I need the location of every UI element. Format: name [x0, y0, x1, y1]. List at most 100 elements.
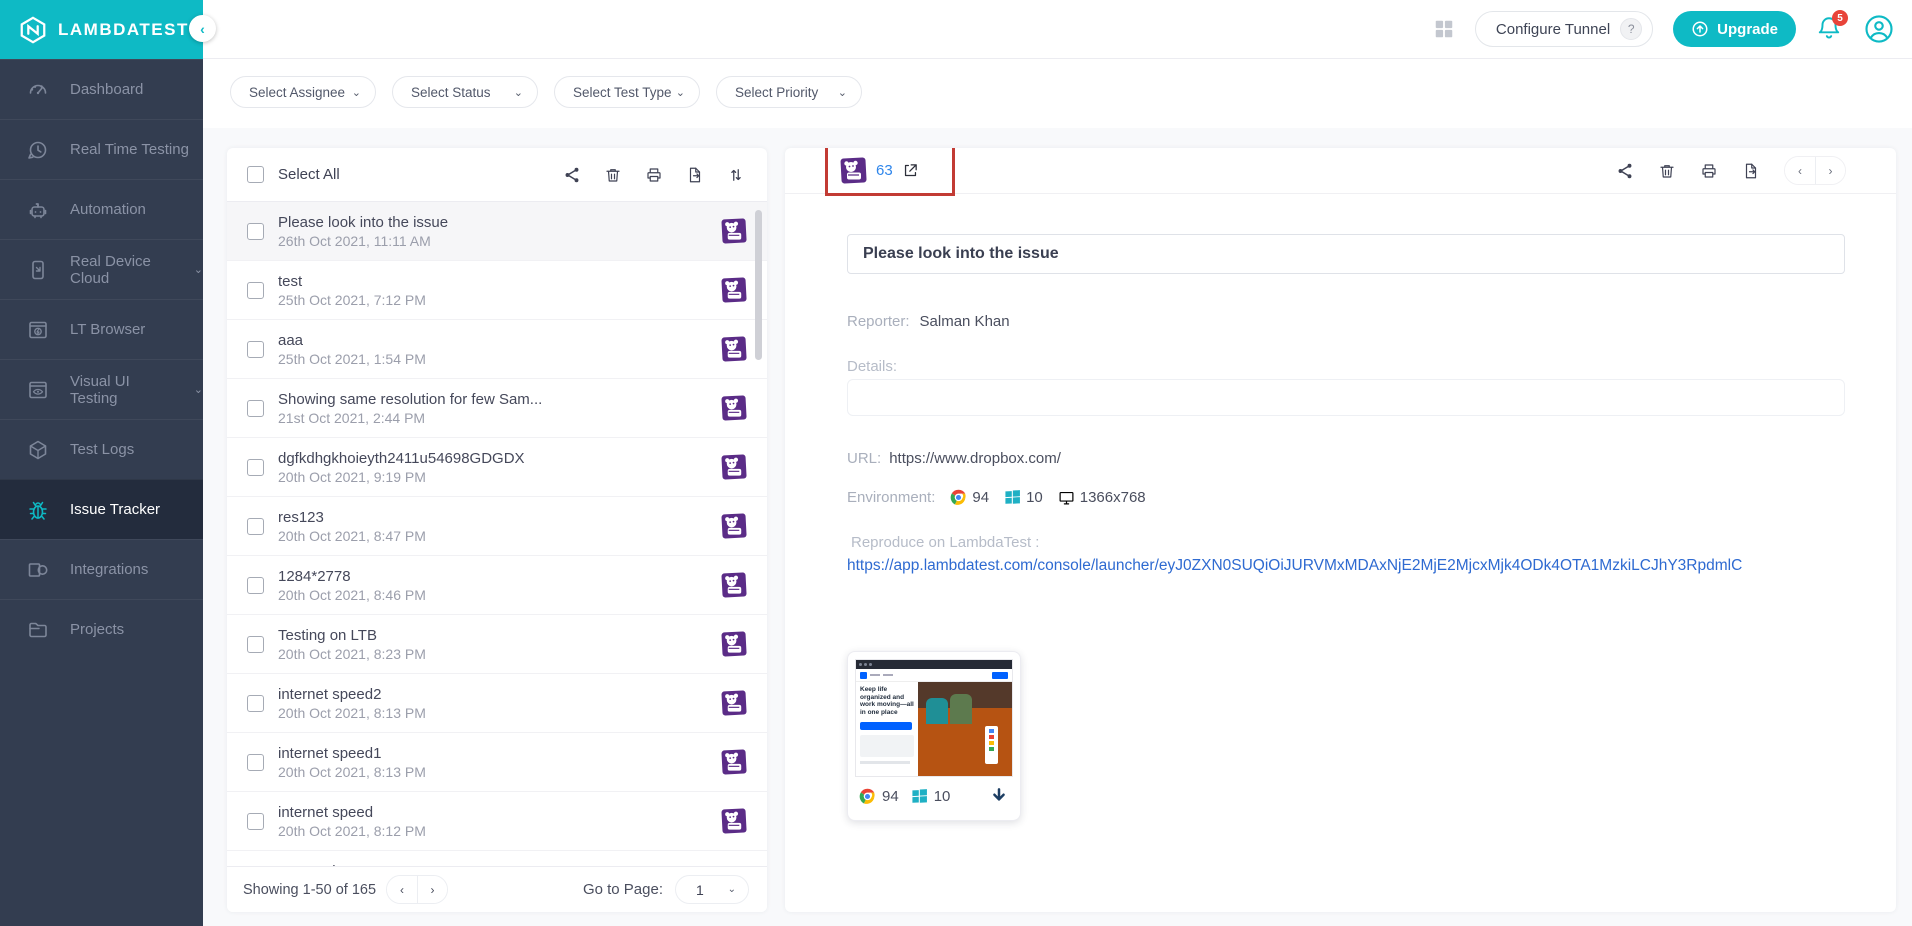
notifications-button[interactable]: 5: [1816, 15, 1844, 43]
page-select[interactable]: 1 ⌄: [675, 875, 749, 904]
issue-list-item[interactable]: Please look into the issue26th Oct 2021,…: [227, 202, 767, 261]
browser-version: 94: [972, 489, 989, 506]
row-checkbox[interactable]: [247, 282, 264, 299]
sidebar-item-real-time-testing[interactable]: Real Time Testing: [0, 119, 203, 179]
chevron-left-icon[interactable]: ‹: [387, 876, 417, 903]
row-checkbox[interactable]: [247, 577, 264, 594]
row-checkbox[interactable]: [247, 695, 264, 712]
reproduce-label: Reproduce on LambdaTest :: [847, 534, 1845, 551]
reproduce-link[interactable]: https://app.lambdatest.com/console/launc…: [847, 557, 1845, 575]
sidebar-item-projects[interactable]: Projects: [0, 599, 203, 659]
chevron-right-icon[interactable]: ›: [1815, 157, 1845, 184]
upgrade-label: Upgrade: [1717, 21, 1778, 38]
apps-grid-icon[interactable]: [1433, 18, 1455, 40]
sidebar-item-label: Test Logs: [70, 441, 134, 458]
details-input[interactable]: [847, 379, 1845, 416]
mascot-avatar-icon: [721, 218, 747, 244]
row-checkbox[interactable]: [247, 400, 264, 417]
list-scrollbar[interactable]: [755, 210, 762, 360]
user-avatar-icon[interactable]: [1864, 14, 1894, 44]
sidebar-item-label: Integrations: [70, 561, 148, 578]
trash-icon[interactable]: [1658, 162, 1676, 180]
filter-select-test-type[interactable]: Select Test Type⌄: [554, 76, 700, 108]
filter-select-priority[interactable]: Select Priority⌄: [716, 76, 862, 108]
issue-title: res123: [278, 508, 426, 527]
issue-list-item[interactable]: Showing same resolution for few Sam...21…: [227, 379, 767, 438]
question-icon[interactable]: ?: [1620, 18, 1642, 40]
download-icon[interactable]: [989, 786, 1009, 806]
trash-icon[interactable]: [604, 166, 622, 184]
issue-title: Showing same resolution for few Sam...: [278, 390, 542, 409]
gauge-icon: [26, 78, 50, 102]
issue-list-item[interactable]: test25th Oct 2021, 7:12 PM: [227, 261, 767, 320]
filter-select-status[interactable]: Select Status⌄: [392, 76, 538, 108]
issue-date: 20th Oct 2021, 8:47 PM: [278, 527, 426, 545]
share-icon[interactable]: [563, 166, 581, 184]
issue-list-item[interactable]: dgfkdhgkhoieyth2411u54698GDGDX20th Oct 2…: [227, 438, 767, 497]
sidebar-item-automation[interactable]: Automation: [0, 179, 203, 239]
external-link-icon[interactable]: [902, 162, 919, 179]
sidebar-collapse-button[interactable]: ‹: [189, 15, 216, 42]
print-icon[interactable]: [645, 166, 663, 184]
mascot-avatar-icon: [721, 749, 747, 775]
mascot-avatar-icon: [721, 808, 747, 834]
list-toolbar: [563, 166, 745, 184]
issue-list-item[interactable]: Testing on LTB20th Oct 2021, 8:23 PM: [227, 615, 767, 674]
row-checkbox[interactable]: [247, 518, 264, 535]
issue-date: 20th Oct 2021, 8:13 PM: [278, 763, 426, 781]
configure-tunnel-button[interactable]: Configure Tunnel ?: [1475, 11, 1653, 47]
row-checkbox[interactable]: [247, 459, 264, 476]
issue-list-item[interactable]: automation20th Oct 2021, 7:46 PM: [227, 851, 767, 866]
share-icon[interactable]: [1616, 162, 1634, 180]
export-icon[interactable]: [1742, 162, 1760, 180]
attachment-os-version: 10: [934, 788, 951, 805]
issue-list-item[interactable]: res12320th Oct 2021, 8:47 PM: [227, 497, 767, 556]
issue-list-header: Select All: [227, 148, 767, 202]
issue-list-panel: Select All Please look into the issue26t…: [227, 148, 767, 912]
chevron-left-icon[interactable]: ‹: [1785, 157, 1815, 184]
annotation-highlight: 63: [825, 148, 955, 196]
sidebar-item-issue-tracker[interactable]: Issue Tracker: [0, 479, 203, 539]
print-icon[interactable]: [1700, 162, 1718, 180]
screenshot-cta-bar: [860, 722, 912, 730]
issue-list-item[interactable]: internet speed120th Oct 2021, 8:13 PM: [227, 733, 767, 792]
issue-title: 1284*2778: [278, 567, 426, 586]
pagination-summary: Showing 1-50 of 165: [243, 882, 376, 898]
export-icon[interactable]: [686, 166, 704, 184]
upgrade-button[interactable]: Upgrade: [1673, 11, 1796, 47]
sidebar-item-label: Visual UI Testing: [70, 373, 168, 407]
list-pagination: Showing 1-50 of 165 ‹ › Go to Page: 1 ⌄: [227, 866, 767, 912]
sidebar-item-real-device-cloud[interactable]: Real Device Cloud⌄: [0, 239, 203, 299]
select-all-checkbox[interactable]: [247, 166, 264, 183]
folder-icon: [26, 618, 50, 642]
issue-id[interactable]: 63: [876, 162, 893, 179]
issue-title: internet speed1: [278, 744, 426, 763]
sidebar-item-test-logs[interactable]: Test Logs: [0, 419, 203, 479]
issue-title-input[interactable]: [847, 234, 1845, 274]
detail-toolbar: 63 ‹ ›: [785, 148, 1896, 194]
cube-icon: [26, 438, 50, 462]
row-checkbox[interactable]: [247, 754, 264, 771]
sidebar-item-dashboard[interactable]: Dashboard: [0, 59, 203, 119]
row-checkbox[interactable]: [247, 223, 264, 240]
attachment-card[interactable]: Keep life organized and work moving—all …: [847, 651, 1021, 821]
top-header: Configure Tunnel ? Upgrade 5: [203, 0, 1912, 59]
issue-list-item[interactable]: 1284*277820th Oct 2021, 8:46 PM: [227, 556, 767, 615]
sidebar-item-integrations[interactable]: Integrations: [0, 539, 203, 599]
issue-list-item[interactable]: aaa25th Oct 2021, 1:54 PM: [227, 320, 767, 379]
sidebar-item-lt-browser[interactable]: LT Browser: [0, 299, 203, 359]
issue-list-item[interactable]: internet speed220th Oct 2021, 8:13 PM: [227, 674, 767, 733]
filter-select-assignee[interactable]: Select Assignee⌄: [230, 76, 376, 108]
issue-list-item[interactable]: internet speed20th Oct 2021, 8:12 PM: [227, 792, 767, 851]
sidebar-item-visual-ui-testing[interactable]: Visual UI Testing⌄: [0, 359, 203, 419]
row-checkbox[interactable]: [247, 341, 264, 358]
row-checkbox[interactable]: [247, 636, 264, 653]
screenshot-note-block: [860, 735, 914, 757]
row-checkbox[interactable]: [247, 813, 264, 830]
details-label: Details:: [847, 358, 1845, 375]
sort-icon[interactable]: [727, 166, 745, 184]
issue-date: 25th Oct 2021, 1:54 PM: [278, 350, 426, 368]
goto-page: Go to Page: 1 ⌄: [583, 875, 749, 904]
chevron-right-icon[interactable]: ›: [417, 876, 447, 903]
screenshot-photo: [918, 682, 1012, 777]
